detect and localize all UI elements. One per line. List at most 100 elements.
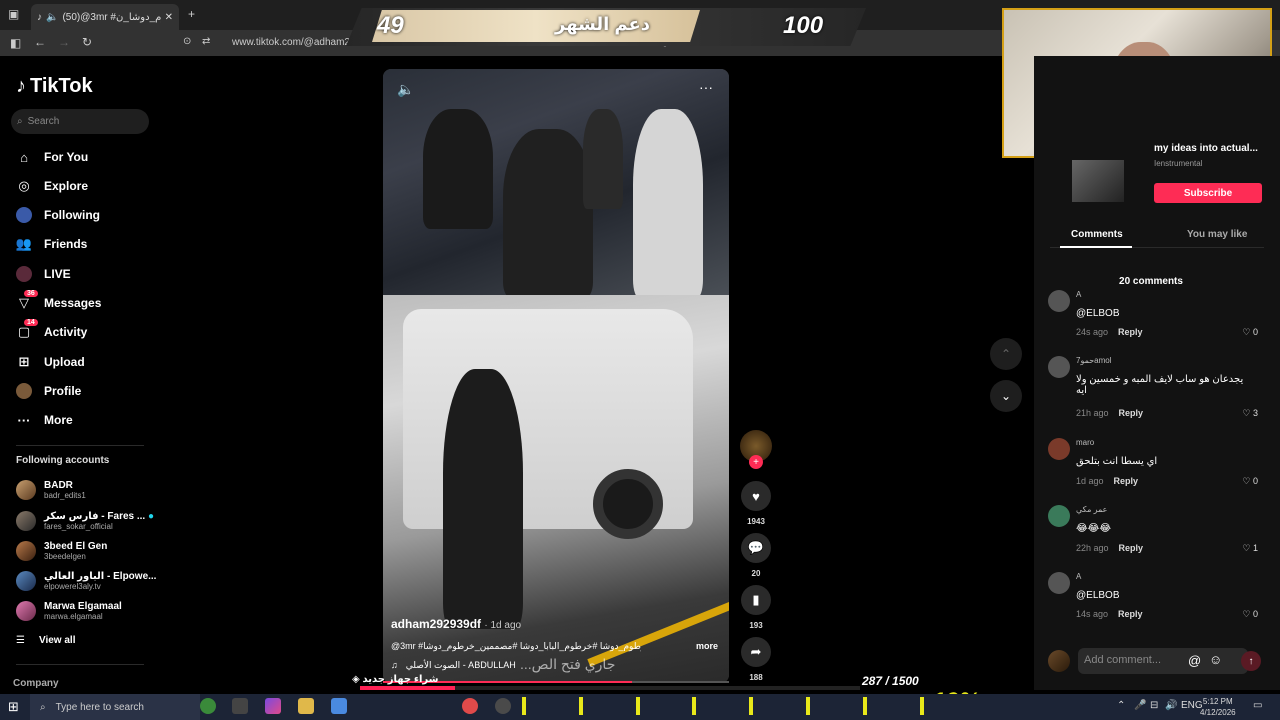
nav-friends[interactable]: 👥 Friends bbox=[16, 233, 87, 255]
description-more-button[interactable]: more bbox=[696, 641, 718, 651]
car-wheel bbox=[593, 469, 663, 539]
nav-for-you[interactable]: ⌂ For You bbox=[16, 146, 88, 168]
company-link[interactable]: Company bbox=[13, 678, 59, 689]
comment-icon[interactable]: 💬 bbox=[741, 533, 771, 563]
overlay-marker bbox=[920, 697, 924, 715]
comment-like[interactable]: ♡ 1 bbox=[1242, 543, 1258, 554]
reload-icon[interactable]: ↻ bbox=[82, 35, 92, 49]
comment-author[interactable]: maro bbox=[1076, 438, 1094, 447]
nav-more[interactable]: ··· More bbox=[16, 409, 73, 431]
tray-chevron-icon[interactable]: ⌃ bbox=[1117, 700, 1125, 711]
file-explorer-icon[interactable] bbox=[298, 698, 314, 714]
site-info-icon[interactable]: ⊙ bbox=[183, 36, 191, 47]
avatar bbox=[16, 480, 36, 500]
subscribe-button[interactable]: Subscribe bbox=[1154, 183, 1262, 203]
mention-icon[interactable]: @ bbox=[1188, 653, 1201, 668]
notification-icon[interactable]: ▭ bbox=[1253, 700, 1262, 711]
comment-meta: 14s ago Reply bbox=[1076, 609, 1143, 619]
comment-like[interactable]: ♡ 3 bbox=[1242, 408, 1258, 419]
chrome-icon[interactable] bbox=[462, 698, 478, 714]
nav-activity[interactable]: ▢ 14 Activity bbox=[16, 319, 87, 343]
obs-icon[interactable] bbox=[495, 698, 511, 714]
avatar[interactable] bbox=[1048, 572, 1070, 594]
bookmark-icon[interactable]: ▮ bbox=[741, 585, 771, 615]
copilot-icon[interactable] bbox=[265, 698, 281, 714]
avatar[interactable] bbox=[1048, 438, 1070, 460]
following-account[interactable]: Marwa Elgamaal marwa.elgamaal bbox=[16, 598, 122, 624]
avatar[interactable] bbox=[1048, 356, 1070, 378]
close-tab-icon[interactable]: ✕ bbox=[165, 12, 173, 23]
tab-comments[interactable]: Comments bbox=[1071, 229, 1123, 240]
search-input[interactable]: ⌕ Search bbox=[11, 109, 149, 134]
weather-icon[interactable] bbox=[200, 698, 216, 714]
taskbar-search[interactable]: ⌕ Type here to search bbox=[30, 694, 200, 720]
save-action[interactable]: ▮ 193 bbox=[741, 585, 771, 630]
overlay-marker bbox=[579, 697, 583, 715]
like-action[interactable]: ♥ 1943 bbox=[741, 481, 771, 526]
volume-icon[interactable]: 🔈 bbox=[397, 81, 414, 98]
share-icon[interactable]: ➦ bbox=[741, 637, 771, 667]
comment-author[interactable]: A bbox=[1076, 572, 1081, 581]
following-account[interactable]: فارس سكر - Fares ... ● fares_sokar_offici… bbox=[16, 508, 154, 534]
new-tab-icon[interactable]: + bbox=[188, 7, 195, 21]
network-icon[interactable]: ⊟ bbox=[1150, 700, 1158, 711]
store-icon[interactable] bbox=[331, 698, 347, 714]
more-icon: ··· bbox=[17, 412, 31, 428]
avatar[interactable] bbox=[1048, 290, 1070, 312]
share-action[interactable]: ➦ 188 bbox=[741, 637, 771, 682]
send-icon[interactable]: ↑ bbox=[1241, 651, 1261, 671]
tiktok-logo[interactable]: ♪ TikTok bbox=[16, 75, 93, 98]
avatar bbox=[16, 571, 36, 591]
reply-button[interactable]: Reply bbox=[1118, 327, 1143, 337]
following-account[interactable]: 3beed El Gen 3beedelgen bbox=[16, 538, 107, 564]
system-clock[interactable]: 5:12 PM 4/12/2026 bbox=[1200, 696, 1236, 718]
back-icon[interactable]: ← bbox=[34, 35, 46, 49]
reply-button[interactable]: Reply bbox=[1114, 476, 1139, 486]
nav-upload[interactable]: ⊞ Upload bbox=[16, 351, 85, 373]
nav-following[interactable]: Following bbox=[16, 204, 100, 226]
overlay-marker bbox=[692, 697, 696, 715]
heart-icon[interactable]: ♥ bbox=[741, 481, 771, 511]
video-music[interactable]: ♫ الصوت الأصلي - ABDULLAH bbox=[391, 660, 516, 671]
following-account[interactable]: BADR badr_edits1 bbox=[16, 477, 86, 503]
reply-button[interactable]: Reply bbox=[1119, 408, 1144, 418]
emoji-icon[interactable]: ☺ bbox=[1209, 652, 1222, 667]
view-all-link[interactable]: ☰ View all bbox=[16, 635, 75, 646]
more-options-icon[interactable]: ··· bbox=[699, 79, 713, 95]
windows-start-icon[interactable]: ⊞ bbox=[8, 699, 19, 715]
volume-tray-icon[interactable]: 🔊 bbox=[1165, 700, 1177, 711]
tracking-icon[interactable]: ⇄ bbox=[202, 36, 210, 47]
follow-plus-icon[interactable]: + bbox=[749, 455, 763, 469]
comment-like[interactable]: ♡ 0 bbox=[1242, 327, 1258, 338]
reply-button[interactable]: Reply bbox=[1119, 543, 1144, 553]
previous-video-icon[interactable]: ⌃ bbox=[990, 338, 1022, 370]
url-text[interactable]: www.tiktok.com/@adham2 bbox=[232, 37, 350, 48]
next-video-icon[interactable]: ⌄ bbox=[990, 380, 1022, 412]
avatar[interactable] bbox=[1048, 505, 1070, 527]
nav-live[interactable]: LIVE bbox=[16, 263, 71, 285]
task-view-icon[interactable] bbox=[232, 698, 248, 714]
microphone-tray-icon[interactable]: 🎤 bbox=[1134, 700, 1146, 711]
comment-author[interactable]: A bbox=[1076, 290, 1081, 299]
video-player[interactable]: 🔈 ··· bbox=[383, 69, 729, 683]
avatar bbox=[16, 541, 36, 561]
comment-action[interactable]: 💬 20 bbox=[741, 533, 771, 578]
forward-icon[interactable]: → bbox=[58, 35, 70, 49]
comment-item: A @ELBOB 14s ago Reply ♡ 0 bbox=[1048, 572, 1258, 624]
comment-like[interactable]: ♡ 0 bbox=[1242, 476, 1258, 487]
nav-explore[interactable]: ◎ Explore bbox=[16, 175, 88, 197]
comment-author[interactable]: عمر مكي bbox=[1076, 505, 1107, 514]
add-comment-input[interactable]: Add comment... bbox=[1078, 648, 1248, 674]
browser-tab[interactable]: ♪ 🔈 (50)@3mr #خرطوم_دوشا_ن... ✕ bbox=[31, 4, 179, 30]
following-account[interactable]: الباور العالي - Elpowe... elpowerel3aly.t… bbox=[16, 568, 156, 594]
reply-button[interactable]: Reply bbox=[1118, 609, 1143, 619]
nav-profile[interactable]: Profile bbox=[16, 380, 81, 402]
tab-actions-icon[interactable]: ▣ bbox=[8, 7, 19, 21]
video-author[interactable]: adham292939df · 1d ago bbox=[391, 617, 521, 631]
sidebar-toggle-icon[interactable]: ◧ bbox=[10, 36, 21, 50]
tab-you-may-like[interactable]: You may like bbox=[1187, 229, 1247, 240]
nav-messages[interactable]: ▽ 36 Messages bbox=[16, 290, 101, 314]
comment-author[interactable]: حمو7amol bbox=[1076, 356, 1112, 365]
comment-like[interactable]: ♡ 0 bbox=[1242, 609, 1258, 620]
comment-item: عمر مكي 😂😂😂 22h ago Reply ♡ 1 bbox=[1048, 505, 1258, 557]
